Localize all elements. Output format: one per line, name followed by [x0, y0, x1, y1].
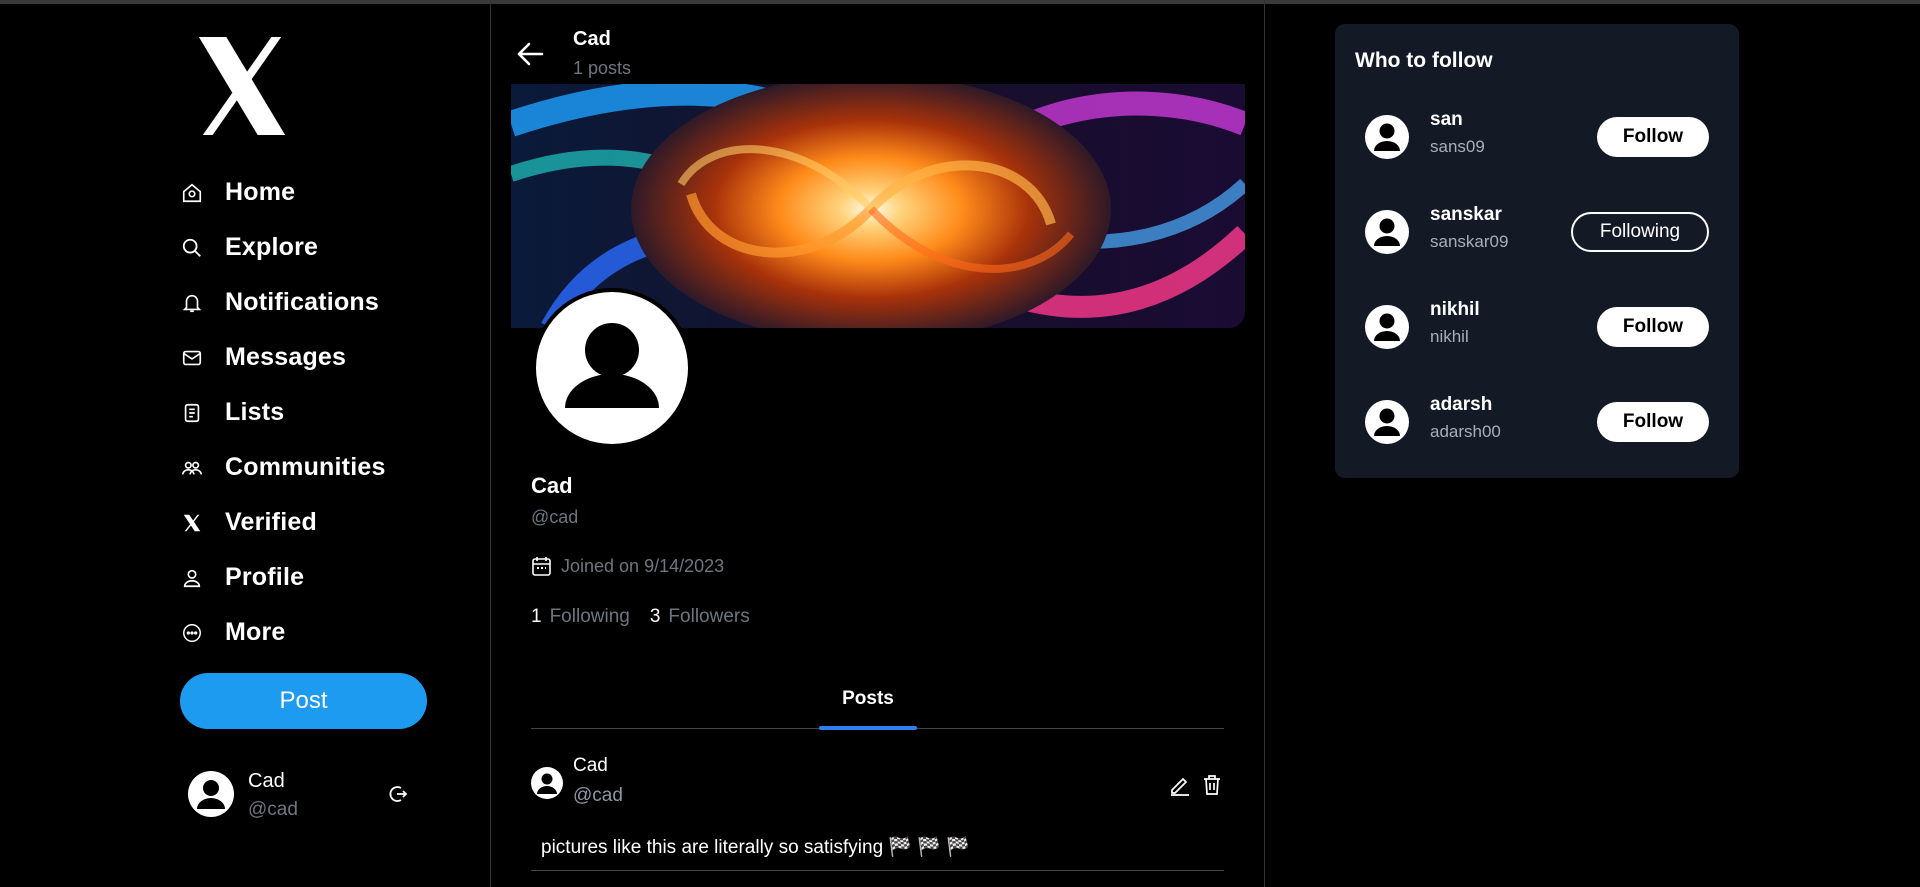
follow-suggestion: nikhil nikhil Follow [1335, 289, 1739, 359]
follow-suggestion: adarsh adarsh00 Follow [1335, 384, 1739, 454]
following-label: Following [549, 606, 630, 627]
calendar-icon [532, 557, 551, 576]
nav-lists[interactable]: Lists [180, 385, 386, 440]
avatar [188, 771, 234, 817]
nav-more[interactable]: More [180, 605, 386, 660]
profile-main: Cad 1 posts Cad @cad Joined on 9/14/2023… [491, 0, 1265, 887]
profile-avatar[interactable] [532, 288, 692, 448]
post-author-handle: @cad [573, 785, 623, 806]
suggestion-name: sanskar [1430, 204, 1502, 225]
nav-home[interactable]: Home [180, 165, 386, 220]
nav-explore[interactable]: Explore [180, 220, 386, 275]
nav-profile-label: Profile [225, 563, 305, 591]
suggestion-handle: adarsh00 [1430, 422, 1501, 441]
profile-handle: @cad [531, 507, 579, 527]
nav-messages[interactable]: Messages [180, 330, 386, 385]
post-text: pictures like this are literally so sati… [541, 837, 970, 858]
mail-icon [180, 346, 204, 370]
tab-active-indicator [819, 726, 917, 730]
who-to-follow-panel: Who to follow san sans09 Follow sanskar … [1335, 24, 1739, 478]
edit-icon[interactable] [1169, 774, 1191, 796]
x-icon [180, 511, 204, 535]
list-icon [180, 401, 204, 425]
who-to-follow-title: Who to follow [1355, 49, 1493, 72]
avatar[interactable] [1365, 115, 1409, 159]
user-icon [180, 566, 204, 590]
follow-button[interactable]: Follow [1597, 307, 1709, 347]
followers-stat[interactable]: 3 Followers [650, 606, 750, 627]
joined-date: Joined on 9/14/2023 [531, 556, 724, 577]
profile-tabs: Posts [531, 686, 1224, 730]
nav-profile[interactable]: Profile [180, 550, 386, 605]
follow-button[interactable]: Follow [1597, 402, 1709, 442]
following-button[interactable]: Following [1571, 212, 1709, 252]
nav-notifications-label: Notifications [225, 288, 379, 316]
nav-communities[interactable]: Communities [180, 440, 386, 495]
header-post-count: 1 posts [573, 58, 632, 78]
suggestion-handle: nikhil [1430, 327, 1469, 346]
nav-more-label: More [225, 618, 286, 646]
joined-text: Joined on 9/14/2023 [561, 556, 725, 576]
followers-count: 3 [649, 606, 661, 627]
nav-home-label: Home [225, 178, 296, 206]
account-handle: @cad [248, 799, 298, 820]
following-count: 1 [531, 606, 542, 627]
trash-icon[interactable] [1201, 774, 1223, 796]
follow-stats: 1 Following 3 Followers [531, 606, 750, 628]
follow-suggestion: san sans09 Follow [1335, 99, 1739, 169]
header-name: Cad [573, 28, 611, 50]
communities-icon [180, 456, 204, 480]
suggestion-name: san [1430, 109, 1463, 130]
tab-posts[interactable]: Posts [819, 686, 917, 726]
suggestion-handle: sans09 [1430, 137, 1485, 156]
logout-icon[interactable] [388, 784, 408, 804]
nav-communities-label: Communities [225, 453, 386, 481]
post-author: Cad [573, 755, 608, 776]
more-icon [180, 621, 204, 645]
nav-verified-label: Verified [225, 508, 317, 536]
x-logo-icon[interactable] [193, 36, 291, 136]
nav-lists-label: Lists [225, 398, 285, 426]
following-stat[interactable]: 1 Following [531, 606, 630, 627]
suggestion-name: nikhil [1430, 299, 1480, 320]
nav-explore-label: Explore [225, 233, 319, 261]
search-icon [180, 236, 204, 260]
home-icon [180, 181, 204, 205]
follow-suggestion: sanskar sanskar09 Following [1335, 194, 1739, 264]
nav-notifications[interactable]: Notifications [180, 275, 386, 330]
suggestion-name: adarsh [1430, 394, 1493, 415]
main-nav: Home Explore Notifications Messages List… [180, 165, 386, 660]
avatar[interactable] [1365, 305, 1409, 349]
avatar[interactable] [1365, 400, 1409, 444]
bell-icon [180, 291, 204, 315]
profile-name: Cad [531, 473, 573, 498]
follow-button[interactable]: Follow [1597, 117, 1709, 157]
nav-messages-label: Messages [225, 343, 347, 371]
back-arrow-icon[interactable] [514, 38, 546, 70]
avatar [531, 767, 563, 799]
suggestion-handle: sanskar09 [1430, 232, 1509, 251]
post-button[interactable]: Post [180, 673, 427, 729]
post-item[interactable]: Cad @cad pictures like this are literall… [531, 750, 1224, 871]
avatar[interactable] [1365, 210, 1409, 254]
nav-verified[interactable]: Verified [180, 495, 386, 550]
account-switcher[interactable]: Cad @cad [188, 766, 418, 826]
left-sidebar: Home Explore Notifications Messages List… [0, 0, 491, 887]
followers-label: Followers [668, 606, 750, 627]
account-name: Cad [248, 770, 285, 792]
